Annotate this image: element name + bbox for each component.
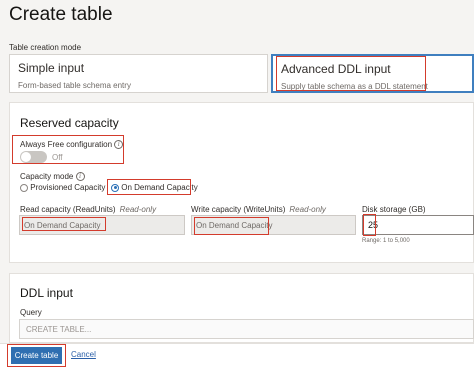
info-icon[interactable]: i <box>114 140 124 150</box>
radio-on-demand-label: On Demand Capacity <box>121 183 198 192</box>
table-creation-mode-label: Table creation mode <box>9 43 82 52</box>
reserved-capacity-title: Reserved capacity <box>20 116 119 130</box>
cancel-link[interactable]: Cancel <box>71 350 96 359</box>
always-free-state: Off <box>52 153 63 162</box>
disk-storage-label: Disk storage (GB) <box>362 205 426 214</box>
disk-storage-input[interactable]: 25 <box>362 215 474 235</box>
simple-input-subtitle: Form-based table schema entry <box>18 81 131 90</box>
read-capacity-label-row: Read capacity (ReadUnits) Read-only <box>20 205 156 214</box>
query-label: Query <box>20 308 42 317</box>
ddl-input-title: DDL input <box>20 286 73 300</box>
radio-on-demand[interactable]: On Demand Capacity <box>111 183 198 192</box>
simple-input-title: Simple input <box>18 61 85 75</box>
query-input[interactable]: CREATE TABLE... <box>19 319 474 339</box>
radio-on-demand-button[interactable] <box>111 183 119 192</box>
advanced-ddl-input-option[interactable]: Advanced DDL input Supply table schema a… <box>271 54 474 93</box>
write-capacity-label-row: Write capacity (WriteUnits) Read-only <box>191 205 326 214</box>
read-capacity-readonly-tag: Read-only <box>119 205 157 214</box>
always-free-toggle[interactable] <box>20 151 47 163</box>
write-capacity-readonly-tag: Read-only <box>289 205 326 214</box>
write-capacity-field: On Demand Capacity <box>191 215 356 235</box>
info-icon[interactable]: i <box>75 172 85 182</box>
toggle-knob <box>21 152 31 162</box>
write-capacity-label: Write capacity (WriteUnits) <box>191 205 286 214</box>
advanced-ddl-input-title: Advanced DDL input <box>281 62 391 76</box>
capacity-mode-label-row: Capacity mode i <box>20 172 85 182</box>
create-table-button[interactable]: Create table <box>11 347 62 364</box>
page-title: Create table <box>9 4 113 25</box>
capacity-mode-label: Capacity mode <box>20 172 74 181</box>
radio-provisioned-button[interactable] <box>20 183 28 192</box>
radio-provisioned-label: Provisioned Capacity <box>30 183 106 192</box>
simple-input-option[interactable]: Simple input Form-based table schema ent… <box>9 54 268 93</box>
always-free-label: Always Free configuration <box>20 140 113 149</box>
advanced-ddl-input-subtitle: Supply table schema as a DDL statement <box>281 82 428 91</box>
always-free-label-row: Always Free configuration i <box>20 140 124 150</box>
radio-provisioned[interactable]: Provisioned Capacity <box>20 183 105 192</box>
disk-storage-hint: Range: 1 to 5,000 <box>362 238 410 244</box>
read-capacity-label: Read capacity (ReadUnits) <box>20 205 116 214</box>
create-table-dialog: Create table Table creation mode Simple … <box>0 0 474 369</box>
read-capacity-field: On Demand Capacity <box>19 215 185 235</box>
